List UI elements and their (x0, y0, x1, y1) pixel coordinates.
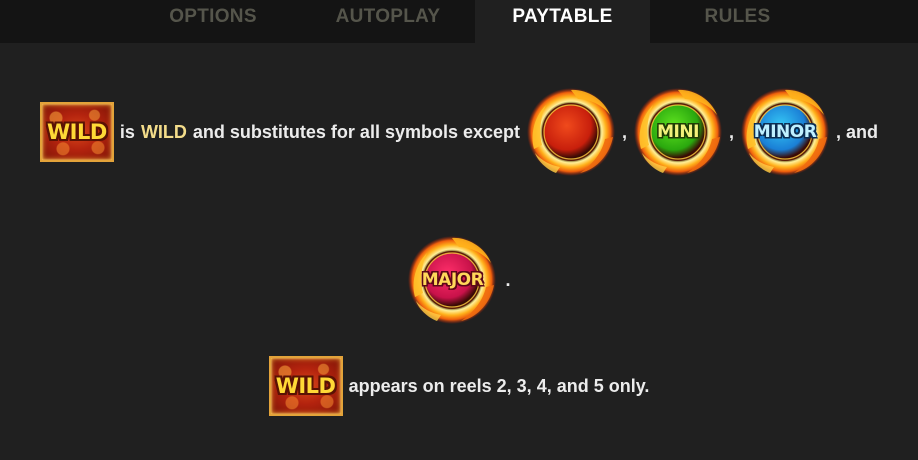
and-text: , and (836, 121, 879, 142)
comma-separator: , (622, 121, 628, 142)
major-label: MAJOR (421, 270, 484, 290)
paytable-screen: OPTIONS AUTOPLAY PAYTABLE RULES WILD is … (0, 0, 918, 460)
blue-fire-orb-icon: MINOR (740, 87, 830, 177)
paytable-line-2: MAJOR . (0, 235, 918, 325)
is-text: is (119, 121, 135, 142)
green-fire-orb-icon: MINI (633, 87, 723, 177)
period-text: . (505, 269, 511, 290)
wild-symbol-icon: WILD (268, 356, 343, 416)
minor-label: MINOR (753, 122, 817, 142)
pink-fire-orb-icon: MAJOR (407, 235, 497, 325)
wild-symbol-icon: WILD (39, 102, 114, 162)
paytable-line-1: WILD is WILD and substitutes for all sym… (0, 87, 918, 177)
tab-options[interactable]: OPTIONS (137, 0, 289, 43)
reels-text: appears on reels 2, 3, 4, and 5 only. (348, 375, 650, 396)
substitutes-text: and substitutes for all symbols except (192, 121, 521, 142)
tab-rules[interactable]: RULES (665, 0, 810, 43)
wild-symbol-word: WILD (47, 120, 107, 144)
tab-bar: OPTIONS AUTOPLAY PAYTABLE RULES (0, 0, 918, 43)
tab-paytable[interactable]: PAYTABLE (475, 0, 650, 43)
mini-label: MINI (657, 122, 699, 142)
paytable-line-3: WILD appears on reels 2, 3, 4, and 5 onl… (0, 355, 918, 417)
wild-highlight-text: WILD (140, 121, 187, 142)
wild-symbol-word: WILD (275, 374, 336, 398)
tab-autoplay[interactable]: AUTOPLAY (310, 0, 466, 43)
red-fire-orb-icon (526, 87, 616, 177)
comma-separator: , (729, 121, 735, 142)
